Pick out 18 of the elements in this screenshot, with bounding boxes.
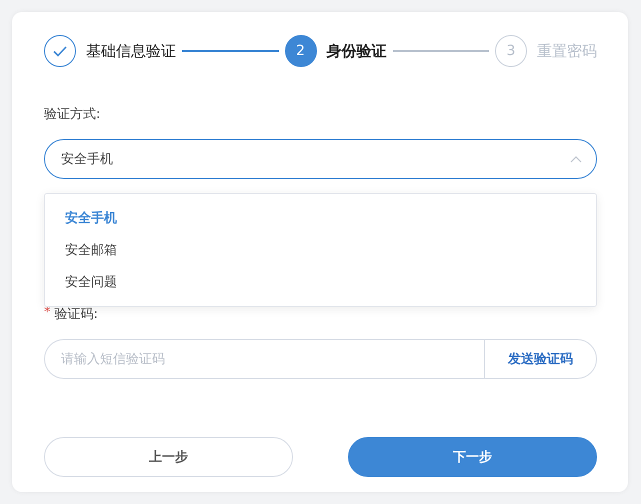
check-icon bbox=[53, 46, 67, 56]
next-button[interactable]: 下一步 bbox=[348, 437, 597, 477]
required-mark: * bbox=[44, 305, 50, 322]
step-indicator: 2 bbox=[284, 35, 316, 67]
dropdown-option[interactable]: 安全问题 bbox=[45, 266, 596, 298]
previous-button[interactable]: 上一步 bbox=[44, 437, 293, 477]
field-label: 验证码: bbox=[54, 306, 98, 323]
field-label: 验证方式: bbox=[44, 106, 100, 123]
method-select[interactable]: 安全手机 bbox=[44, 139, 597, 179]
step-label: 基础信息验证 bbox=[86, 42, 176, 60]
step-indicator: 3 bbox=[495, 35, 527, 67]
dropdown-option[interactable]: 安全手机 bbox=[45, 202, 596, 234]
dropdown-option[interactable]: 安全邮箱 bbox=[45, 234, 596, 266]
code-input-field[interactable]: 请输入短信验证码 bbox=[44, 339, 484, 379]
step-label: 重置密码 bbox=[537, 42, 597, 60]
chevron-icon bbox=[570, 156, 582, 162]
send-code-button[interactable]: 发送验证码 bbox=[484, 339, 597, 379]
step-label: 身份验证 bbox=[326, 42, 386, 60]
